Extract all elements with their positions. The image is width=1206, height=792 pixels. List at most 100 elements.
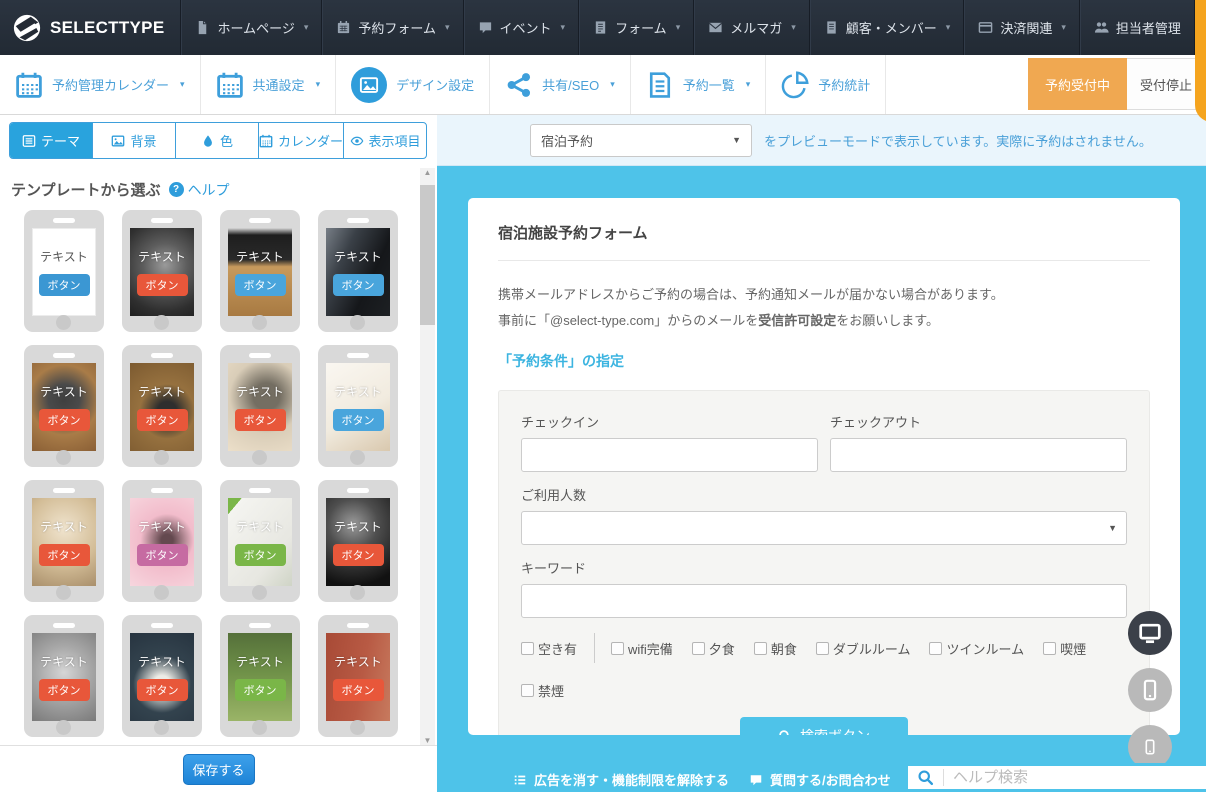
keyword-label: キーワード	[521, 558, 1127, 577]
preview-mode-note: をプレビューモードで表示しています。実際に予約はされません。	[764, 131, 1152, 150]
remove-ads-button[interactable]: 広告を消す・機能制限を解除する	[500, 767, 742, 792]
toolbar-item[interactable]: 予約一覧▾	[631, 55, 767, 114]
template-thumbnail[interactable]: テキスト ボタン	[122, 615, 202, 737]
phone-home-button	[154, 315, 169, 330]
filter-checkbox[interactable]: wifi完備	[611, 639, 673, 658]
phone-speaker	[249, 488, 271, 493]
template-thumbnail[interactable]: テキスト ボタン	[318, 345, 398, 467]
topnav-item[interactable]: 担当者管理	[1080, 0, 1195, 55]
filter-checkbox[interactable]: 喫煙	[1043, 639, 1086, 658]
show-reservation-form-button[interactable]: 予約フォームを表示 ▾	[1195, 0, 1206, 122]
template-text: テキスト	[236, 653, 284, 670]
help-search-input[interactable]	[953, 769, 1197, 786]
design-tab[interactable]: 色	[175, 123, 258, 158]
template-thumbnail[interactable]: テキスト ボタン	[24, 345, 104, 467]
phone-speaker	[151, 623, 173, 628]
template-thumbnail[interactable]: テキスト ボタン	[220, 210, 300, 332]
status-accepting-button[interactable]: 予約受付中	[1028, 58, 1127, 110]
filter-checkbox[interactable]: 朝食	[754, 639, 797, 658]
scroll-up-icon[interactable]: ▲	[424, 168, 432, 177]
topnav-item[interactable]: ホームページ▾	[181, 0, 322, 55]
template-thumbnail[interactable]: テキスト ボタン	[122, 210, 202, 332]
toolbar-item[interactable]: 予約管理カレンダー▾	[0, 55, 201, 114]
keyword-input[interactable]	[521, 584, 1127, 618]
filter-checkbox[interactable]: 空き有	[521, 639, 577, 658]
scroll-down-icon[interactable]: ▼	[424, 736, 432, 745]
checkbox-group: 空き有 wifi完備夕食朝食ダブルルームツインルーム喫煙禁煙	[521, 633, 1127, 700]
form-notice: 携帯メールアドレスからご予約の場合は、予約通知メールが届かない場合があります。 …	[498, 282, 1150, 334]
topnav-item[interactable]: 顧客・メンバー▾	[810, 0, 965, 55]
template-thumbnail[interactable]: テキスト ボタン	[24, 480, 104, 602]
image-icon	[359, 75, 379, 95]
chevron-down-icon: ▾	[316, 79, 321, 90]
chevron-down-icon: ▾	[445, 22, 450, 33]
template-button: ボタン	[137, 544, 188, 566]
template-thumbnail[interactable]: テキスト ボタン	[318, 615, 398, 737]
template-thumbnail[interactable]: テキスト ボタン	[220, 480, 300, 602]
template-thumbnail[interactable]: テキスト ボタン	[122, 480, 202, 602]
guests-select[interactable]: ▼	[521, 511, 1127, 545]
template-thumbnail[interactable]: テキスト ボタン	[122, 345, 202, 467]
template-text: テキスト	[334, 653, 382, 670]
toolbar-item[interactable]: デザイン設定	[336, 55, 490, 114]
scrollbar-thumb[interactable]	[420, 185, 435, 325]
phone-speaker	[53, 623, 75, 628]
template-text: テキスト	[138, 248, 186, 265]
help-link[interactable]: ? ヘルプ	[169, 180, 230, 200]
filter-checkbox[interactable]: ダブルルーム	[816, 639, 911, 658]
template-button: ボタン	[39, 274, 90, 296]
template-section-title: テンプレートから選ぶ	[11, 179, 161, 200]
design-tab[interactable]: 背景	[92, 123, 175, 158]
template-text: テキスト	[138, 653, 186, 670]
template-thumbnail[interactable]: テキスト ボタン	[318, 480, 398, 602]
filter-checkbox[interactable]: ツインルーム	[929, 639, 1024, 658]
template-screen: テキスト ボタン	[326, 363, 390, 451]
checkin-input[interactable]	[521, 438, 818, 472]
top-navbar: SELECTTYPE ホームページ▾予約フォーム▾イベント▾フォーム▾メルマガ▾…	[0, 0, 1206, 55]
template-thumbnail[interactable]: テキスト ボタン	[318, 210, 398, 332]
template-thumbnail[interactable]: テキスト ボタン	[24, 210, 104, 332]
mail-icon	[708, 20, 723, 35]
template-thumbnail[interactable]: テキスト ボタン	[220, 345, 300, 467]
design-tab[interactable]: テーマ	[10, 123, 92, 158]
brand-logo[interactable]: SELECTTYPE	[0, 0, 181, 55]
template-screen: テキスト ボタン	[326, 228, 390, 316]
checkout-input[interactable]	[830, 438, 1127, 472]
filter-checkbox[interactable]: 禁煙	[521, 681, 564, 700]
template-thumbnail[interactable]: テキスト ボタン	[24, 615, 104, 737]
topnav-item[interactable]: フォーム▾	[579, 0, 694, 55]
guests-label: ご利用人数	[521, 485, 1127, 504]
template-thumbnail[interactable]: テキスト ボタン	[220, 615, 300, 737]
phone-home-button	[252, 720, 267, 735]
toolbar-item[interactable]: 共通設定▾	[201, 55, 337, 114]
calendar-icon	[336, 20, 351, 35]
contact-button[interactable]: 質問する/お問合わせ	[736, 767, 904, 792]
search-button[interactable]: 検索ボタン	[740, 717, 908, 735]
design-tab[interactable]: 表示項目	[343, 123, 426, 158]
panel-scrollbar[interactable]: ▲ ▼	[420, 168, 435, 745]
design-tab[interactable]: カレンダー	[258, 123, 343, 158]
checkbox-icon	[754, 642, 767, 655]
checkbox-icon	[521, 642, 534, 655]
filter-checkbox[interactable]: 夕食	[692, 639, 735, 658]
chevron-down-icon: ▾	[304, 22, 309, 33]
members-icon	[824, 20, 839, 35]
template-button: ボタン	[137, 679, 188, 701]
topnav-item[interactable]: イベント▾	[464, 0, 580, 55]
topnav-item[interactable]: 決済関連▾	[964, 0, 1080, 55]
phone-home-button	[350, 315, 365, 330]
preview-form-select[interactable]: 宿泊予約 ▼	[530, 124, 752, 157]
topnav-item[interactable]: メルマガ▾	[694, 0, 810, 55]
topnav-item[interactable]: 予約フォーム▾	[322, 0, 463, 55]
checkbox-icon	[692, 642, 705, 655]
template-button: ボタン	[235, 544, 286, 566]
toolbar-item[interactable]: 共有/SEO▾	[490, 55, 631, 114]
tablet-view-button[interactable]	[1128, 668, 1172, 712]
template-screen: テキスト ボタン	[228, 228, 292, 316]
desktop-view-button[interactable]	[1128, 611, 1172, 655]
comment-icon	[478, 20, 493, 35]
toolbar-item[interactable]: 予約統計	[766, 55, 886, 114]
template-screen: テキスト ボタン	[130, 363, 194, 451]
phone-speaker	[53, 488, 75, 493]
save-button[interactable]: 保存する	[183, 754, 255, 785]
